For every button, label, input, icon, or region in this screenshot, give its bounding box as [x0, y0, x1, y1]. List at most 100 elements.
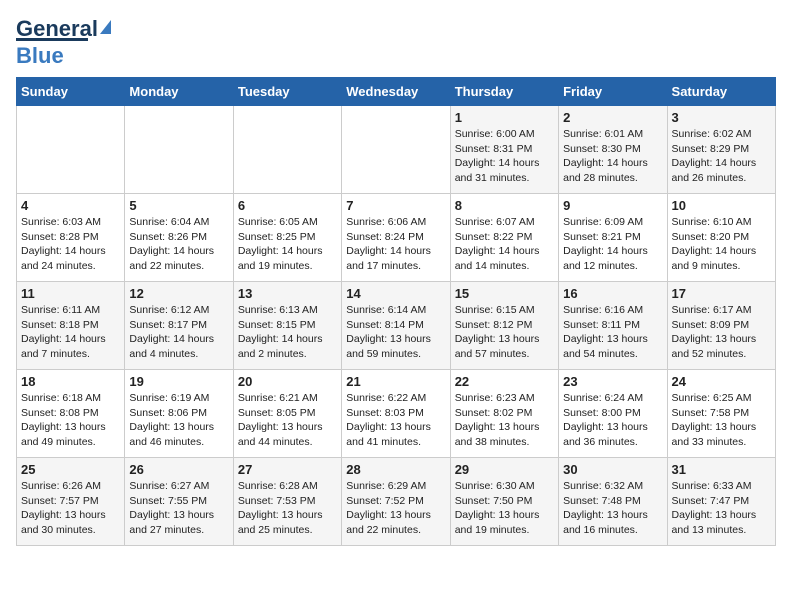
day-number: 25 [21, 462, 120, 477]
day-number: 6 [238, 198, 337, 213]
calendar-cell: 30 Sunrise: 6:32 AMSunset: 7:48 PMDayligh… [559, 458, 667, 546]
cell-content: Sunrise: 6:21 AMSunset: 8:05 PMDaylight:… [238, 391, 337, 450]
calendar-cell: 4Sunrise: 6:03 AMSunset: 8:28 PMDaylight… [17, 194, 125, 282]
day-number: 9 [563, 198, 662, 213]
day-number: 27 [238, 462, 337, 477]
calendar-cell: 27 Sunrise: 6:28 AMSunset: 7:53 PMDayligh… [233, 458, 341, 546]
cell-content: Sunrise: 6:13 AMSunset: 8:15 PMDaylight:… [238, 303, 337, 362]
cell-content: Sunrise: 6:06 AMSunset: 8:24 PMDaylight:… [346, 215, 445, 274]
day-number: 20 [238, 374, 337, 389]
cell-content: Sunrise: 6:09 AMSunset: 8:21 PMDaylight:… [563, 215, 662, 274]
cell-content: Sunrise: 6:19 AMSunset: 8:06 PMDaylight:… [129, 391, 228, 450]
day-number: 22 [455, 374, 554, 389]
cell-content: Sunrise: 6:12 AMSunset: 8:17 PMDaylight:… [129, 303, 228, 362]
calendar-cell [342, 106, 450, 194]
day-number: 31 [672, 462, 771, 477]
cell-content: Sunrise: 6:07 AMSunset: 8:22 PMDaylight:… [455, 215, 554, 274]
calendar-cell: 21Sunrise: 6:22 AMSunset: 8:03 PMDayligh… [342, 370, 450, 458]
calendar-cell: 17 Sunrise: 6:17 AMSunset: 8:09 PMDayligh… [667, 282, 775, 370]
cell-content: Sunrise: 6:00 AMSunset: 8:31 PMDaylight:… [455, 127, 554, 186]
calendar-cell: 24 Sunrise: 6:25 AMSunset: 7:58 PMDayligh… [667, 370, 775, 458]
calendar-cell: 25 Sunrise: 6:26 AMSunset: 7:57 PMDayligh… [17, 458, 125, 546]
cell-content: Sunrise: 6:32 AMSunset: 7:48 PMDaylight:… [563, 479, 662, 538]
calendar-cell: 2Sunrise: 6:01 AMSunset: 8:30 PMDaylight… [559, 106, 667, 194]
day-number: 26 [129, 462, 228, 477]
cell-content: Sunrise: 6:05 AMSunset: 8:25 PMDaylight:… [238, 215, 337, 274]
cell-content: Sunrise: 6:04 AMSunset: 8:26 PMDaylight:… [129, 215, 228, 274]
day-number: 8 [455, 198, 554, 213]
cell-content: Sunrise: 6:29 AMSunset: 7:52 PMDaylight:… [346, 479, 445, 538]
calendar-cell: 14Sunrise: 6:14 AMSunset: 8:14 PMDayligh… [342, 282, 450, 370]
day-number: 29 [455, 462, 554, 477]
cell-content: Sunrise: 6:26 AMSunset: 7:57 PMDaylight:… [21, 479, 120, 538]
cell-content: Sunrise: 6:23 AMSunset: 8:02 PMDaylight:… [455, 391, 554, 450]
cell-content: Sunrise: 6:30 AMSunset: 7:50 PMDaylight:… [455, 479, 554, 538]
calendar-cell: 7 Sunrise: 6:06 AMSunset: 8:24 PMDaylight… [342, 194, 450, 282]
calendar-cell: 1 Sunrise: 6:00 AMSunset: 8:31 PMDaylight… [450, 106, 558, 194]
cell-content: Sunrise: 6:25 AMSunset: 7:58 PMDaylight:… [672, 391, 771, 450]
day-number: 21 [346, 374, 445, 389]
day-number: 5 [129, 198, 228, 213]
logo: General Blue [16, 16, 111, 69]
calendar-cell: 18Sunrise: 6:18 AMSunset: 8:08 PMDayligh… [17, 370, 125, 458]
day-number: 15 [455, 286, 554, 301]
calendar-cell: 20 Sunrise: 6:21 AMSunset: 8:05 PMDayligh… [233, 370, 341, 458]
calendar-week-row: 25 Sunrise: 6:26 AMSunset: 7:57 PMDayligh… [17, 458, 776, 546]
day-number: 19 [129, 374, 228, 389]
calendar-cell: 26 Sunrise: 6:27 AMSunset: 7:55 PMDayligh… [125, 458, 233, 546]
logo-blue-text: Blue [16, 43, 64, 69]
cell-content: Sunrise: 6:11 AMSunset: 8:18 PMDaylight:… [21, 303, 120, 362]
calendar-cell: 6 Sunrise: 6:05 AMSunset: 8:25 PMDaylight… [233, 194, 341, 282]
day-number: 2 [563, 110, 662, 125]
calendar-cell: 29 Sunrise: 6:30 AMSunset: 7:50 PMDayligh… [450, 458, 558, 546]
cell-content: Sunrise: 6:28 AMSunset: 7:53 PMDaylight:… [238, 479, 337, 538]
cell-content: Sunrise: 6:15 AMSunset: 8:12 PMDaylight:… [455, 303, 554, 362]
day-number: 23 [563, 374, 662, 389]
calendar-header-row: SundayMondayTuesdayWednesdayThursdayFrid… [17, 78, 776, 106]
calendar-cell: 3Sunrise: 6:02 AMSunset: 8:29 PMDaylight… [667, 106, 775, 194]
calendar-cell: 19 Sunrise: 6:19 AMSunset: 8:06 PMDayligh… [125, 370, 233, 458]
day-number: 30 [563, 462, 662, 477]
day-number: 11 [21, 286, 120, 301]
calendar-cell: 15 Sunrise: 6:15 AMSunset: 8:12 PMDayligh… [450, 282, 558, 370]
calendar-cell: 13Sunrise: 6:13 AMSunset: 8:15 PMDayligh… [233, 282, 341, 370]
cell-content: Sunrise: 6:14 AMSunset: 8:14 PMDaylight:… [346, 303, 445, 362]
day-number: 28 [346, 462, 445, 477]
header-sunday: Sunday [17, 78, 125, 106]
cell-content: Sunrise: 6:16 AMSunset: 8:11 PMDaylight:… [563, 303, 662, 362]
page-header: General Blue [16, 16, 776, 69]
cell-content: Sunrise: 6:27 AMSunset: 7:55 PMDaylight:… [129, 479, 228, 538]
calendar-cell: 5 Sunrise: 6:04 AMSunset: 8:26 PMDaylight… [125, 194, 233, 282]
day-number: 24 [672, 374, 771, 389]
cell-content: Sunrise: 6:17 AMSunset: 8:09 PMDaylight:… [672, 303, 771, 362]
calendar-cell: 12 Sunrise: 6:12 AMSunset: 8:17 PMDayligh… [125, 282, 233, 370]
calendar-cell [17, 106, 125, 194]
header-tuesday: Tuesday [233, 78, 341, 106]
calendar-table: SundayMondayTuesdayWednesdayThursdayFrid… [16, 77, 776, 546]
calendar-cell: 23Sunrise: 6:24 AMSunset: 8:00 PMDayligh… [559, 370, 667, 458]
cell-content: Sunrise: 6:18 AMSunset: 8:08 PMDaylight:… [21, 391, 120, 450]
day-number: 1 [455, 110, 554, 125]
header-saturday: Saturday [667, 78, 775, 106]
calendar-cell: 11 Sunrise: 6:11 AMSunset: 8:18 PMDayligh… [17, 282, 125, 370]
calendar-cell: 28 Sunrise: 6:29 AMSunset: 7:52 PMDayligh… [342, 458, 450, 546]
day-number: 3 [672, 110, 771, 125]
calendar-week-row: 4Sunrise: 6:03 AMSunset: 8:28 PMDaylight… [17, 194, 776, 282]
calendar-cell: 9 Sunrise: 6:09 AMSunset: 8:21 PMDaylight… [559, 194, 667, 282]
header-friday: Friday [559, 78, 667, 106]
calendar-cell: 10Sunrise: 6:10 AMSunset: 8:20 PMDayligh… [667, 194, 775, 282]
cell-content: Sunrise: 6:03 AMSunset: 8:28 PMDaylight:… [21, 215, 120, 274]
header-wednesday: Wednesday [342, 78, 450, 106]
header-monday: Monday [125, 78, 233, 106]
calendar-cell [233, 106, 341, 194]
day-number: 17 [672, 286, 771, 301]
day-number: 7 [346, 198, 445, 213]
calendar-week-row: 1 Sunrise: 6:00 AMSunset: 8:31 PMDaylight… [17, 106, 776, 194]
calendar-cell: 31Sunrise: 6:33 AMSunset: 7:47 PMDayligh… [667, 458, 775, 546]
calendar-cell: 22 Sunrise: 6:23 AMSunset: 8:02 PMDayligh… [450, 370, 558, 458]
day-number: 10 [672, 198, 771, 213]
day-number: 16 [563, 286, 662, 301]
logo-underline [16, 38, 88, 41]
calendar-cell: 8 Sunrise: 6:07 AMSunset: 8:22 PMDaylight… [450, 194, 558, 282]
day-number: 12 [129, 286, 228, 301]
